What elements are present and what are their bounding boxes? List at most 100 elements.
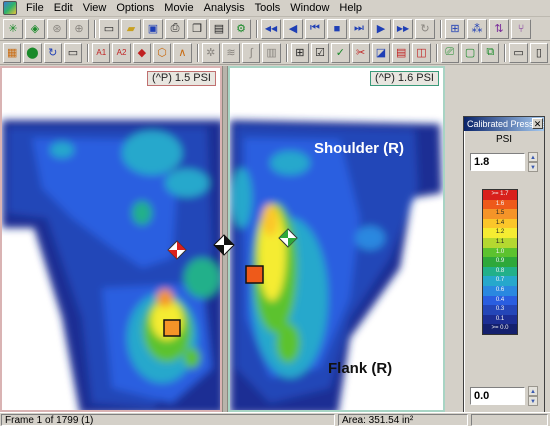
avg-1-button[interactable]: A1 bbox=[92, 42, 111, 63]
first-frame-icon: ⏮ bbox=[310, 22, 320, 34]
split-horizontal-button[interactable]: ▭ bbox=[509, 42, 528, 63]
combined-cof-marker[interactable] bbox=[213, 234, 235, 256]
workspace: (^P) 1.5 PSI (^P) 1.6 PSI Shoulder (R) F… bbox=[0, 66, 550, 422]
toolbar-separator bbox=[285, 43, 288, 62]
print-button[interactable]: ⎙ bbox=[165, 18, 185, 39]
max-value-field[interactable]: 1.8 bbox=[470, 153, 525, 171]
first-frame-button[interactable]: ⏮ bbox=[305, 18, 325, 39]
menu-view[interactable]: View bbox=[78, 0, 112, 17]
paste-button[interactable]: ▤ bbox=[209, 18, 229, 39]
close-icon[interactable]: ✕ bbox=[532, 118, 543, 129]
legend-swatch: 1.5 bbox=[483, 209, 517, 219]
fork-icon: ⑂ bbox=[517, 22, 525, 35]
stacks-icon: ▤ bbox=[396, 47, 407, 59]
open-folder-button[interactable]: ▰ bbox=[121, 18, 141, 39]
pressure-pane-right[interactable]: (^P) 1.6 PSI Shoulder (R) Flank (R) bbox=[228, 66, 445, 412]
menu-file[interactable]: File bbox=[21, 0, 49, 17]
camera-button[interactable]: ⎚ bbox=[440, 42, 459, 63]
window-button[interactable]: ▭ bbox=[63, 42, 83, 63]
menu-tools[interactable]: Tools bbox=[250, 0, 286, 17]
menu-options[interactable]: Options bbox=[111, 0, 159, 17]
graph-button[interactable]: ⊞ bbox=[445, 18, 465, 39]
pressure-map-button[interactable]: ⬤ bbox=[23, 42, 42, 63]
document-button[interactable]: ▭ bbox=[99, 18, 119, 39]
film-icon: ▢ bbox=[464, 47, 476, 59]
copy-button[interactable]: ❐ bbox=[187, 18, 207, 39]
nodes-button[interactable]: ⁂ bbox=[467, 18, 487, 39]
flow-button[interactable]: ⇅ bbox=[489, 18, 509, 39]
last-frame-button[interactable]: ⏭ bbox=[349, 18, 369, 39]
pressure-pane-left[interactable]: (^P) 1.5 PSI bbox=[0, 66, 222, 412]
zoom-button[interactable]: ⊕ bbox=[69, 18, 89, 39]
max-value-spinner[interactable]: ▲ ▼ bbox=[528, 152, 538, 172]
sensor-marker-orange[interactable] bbox=[163, 319, 181, 337]
scan-button[interactable]: ⊛ bbox=[47, 18, 67, 39]
save-button[interactable]: ▣ bbox=[143, 18, 163, 39]
stop-button[interactable]: ■ bbox=[327, 18, 347, 39]
checkbox-button[interactable]: ☑ bbox=[310, 42, 330, 63]
peak-button[interactable]: ◆ bbox=[132, 42, 151, 63]
menu-movie[interactable]: Movie bbox=[159, 0, 198, 17]
legend-swatch: 0.3 bbox=[483, 305, 517, 315]
step-back-button[interactable]: ◀ bbox=[283, 18, 303, 39]
min-value-field[interactable]: 0.0 bbox=[470, 387, 525, 405]
integral-button[interactable]: ∫ bbox=[242, 42, 261, 63]
left-pane-peak-label: (^P) 1.5 PSI bbox=[147, 71, 216, 86]
menu-help[interactable]: Help bbox=[334, 0, 367, 17]
grid-button[interactable]: ▦ bbox=[3, 42, 22, 63]
status-empty bbox=[471, 414, 548, 426]
center-of-force-button[interactable]: ⬡ bbox=[152, 42, 172, 63]
menu-window[interactable]: Window bbox=[285, 0, 334, 17]
sensor-marker-red[interactable] bbox=[245, 265, 264, 284]
app-icon[interactable] bbox=[3, 1, 17, 15]
fast-forward-button[interactable]: ▶▶ bbox=[393, 18, 413, 39]
plot-button[interactable]: ◫ bbox=[412, 42, 431, 63]
spin-up-icon[interactable]: ▲ bbox=[528, 152, 538, 162]
region-button[interactable]: ◪ bbox=[371, 42, 391, 63]
waves-button[interactable]: ≋ bbox=[221, 42, 241, 63]
check-button[interactable]: ✓ bbox=[331, 42, 350, 63]
refresh-button[interactable]: ↻ bbox=[43, 42, 62, 63]
legend-swatch: 1.4 bbox=[483, 218, 517, 229]
slides-button[interactable]: ⧉ bbox=[481, 42, 500, 63]
sparkle-icon: ✲ bbox=[206, 47, 216, 59]
avg-1-icon: A1 bbox=[96, 48, 107, 57]
cut-icon: ✂ bbox=[356, 47, 366, 59]
flow-icon: ⇅ bbox=[494, 23, 504, 35]
min-value-spinner[interactable]: ▲ ▼ bbox=[528, 386, 538, 406]
refresh-icon: ↻ bbox=[48, 47, 58, 59]
play-button[interactable]: ▶ bbox=[371, 18, 391, 39]
film-button[interactable]: ▢ bbox=[460, 42, 480, 63]
menu-analysis[interactable]: Analysis bbox=[199, 0, 250, 17]
calibration-title-bar[interactable]: Calibrated Pressure ✕ bbox=[464, 117, 544, 131]
spin-down-icon[interactable]: ▼ bbox=[528, 396, 538, 406]
angle-button[interactable]: ∧ bbox=[173, 42, 192, 63]
calibration-window[interactable]: Calibrated Pressure ✕ PSI 1.8 ▲ ▼ >= 1.7… bbox=[463, 116, 545, 422]
sensor-group-button[interactable]: ◈ bbox=[25, 18, 45, 39]
fork-button[interactable]: ⑂ bbox=[511, 18, 531, 39]
loop-button[interactable]: ↻ bbox=[415, 18, 435, 39]
toolbar-separator bbox=[196, 43, 199, 62]
status-bar: Frame 1 of 1799 (1) Area: 351.54 in² bbox=[0, 412, 550, 426]
legend-swatch: 1.1 bbox=[483, 237, 517, 248]
toolbar-separator bbox=[504, 43, 507, 62]
split-vertical-button[interactable]: ▯ bbox=[529, 42, 549, 63]
spin-up-icon[interactable]: ▲ bbox=[528, 386, 538, 396]
sparkle-button[interactable]: ✲ bbox=[201, 42, 220, 63]
cut-button[interactable]: ✂ bbox=[351, 42, 370, 63]
box-select-button[interactable]: ⊞ bbox=[290, 42, 309, 63]
scan-icon: ⊛ bbox=[52, 23, 62, 35]
plot-icon: ◫ bbox=[416, 47, 427, 59]
menu-edit[interactable]: Edit bbox=[49, 0, 78, 17]
rewind-button[interactable]: ◀◀ bbox=[261, 18, 281, 39]
spin-down-icon[interactable]: ▼ bbox=[528, 162, 538, 172]
stacks-button[interactable]: ▤ bbox=[392, 42, 411, 63]
integral-icon: ∫ bbox=[249, 46, 253, 59]
bars-button[interactable]: ▥ bbox=[262, 42, 281, 63]
last-frame-icon: ⏭ bbox=[354, 22, 364, 34]
snowflake-button[interactable]: ✳ bbox=[3, 18, 23, 39]
document-icon: ▭ bbox=[103, 23, 115, 35]
avg-2-button[interactable]: A2 bbox=[112, 42, 131, 63]
sensor-group-icon: ◈ bbox=[30, 23, 40, 35]
recorder-button[interactable]: ⚙ bbox=[231, 18, 251, 39]
